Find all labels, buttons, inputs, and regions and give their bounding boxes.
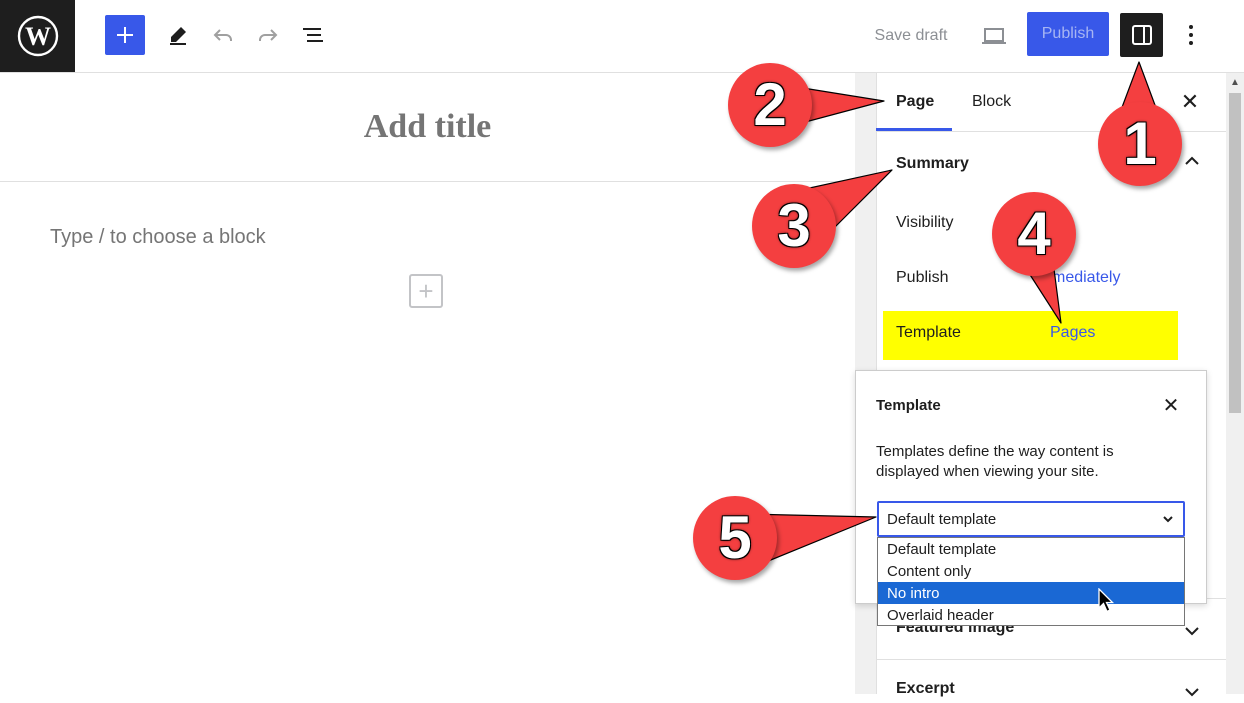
annotation-marker-2: 2	[728, 63, 812, 147]
mouse-pointer-icon	[1098, 588, 1115, 613]
publish-label: Publish	[896, 269, 949, 286]
chevron-up-icon[interactable]	[1181, 150, 1203, 172]
annotation-marker-5: 5	[693, 496, 777, 580]
popover-title: Template	[876, 397, 941, 414]
plus-icon	[117, 27, 133, 43]
visibility-label: Visibility	[896, 214, 954, 231]
tools-button[interactable]	[160, 15, 196, 55]
settings-toggle-button[interactable]	[1120, 13, 1163, 57]
chevron-down-icon	[1163, 516, 1173, 523]
publish-button[interactable]: Publish	[1027, 12, 1109, 56]
annotation-marker-1: 1	[1098, 102, 1182, 186]
template-option[interactable]: Overlaid header	[878, 604, 1184, 626]
redo-icon	[259, 29, 278, 41]
close-icon[interactable]: ✕	[1176, 88, 1204, 116]
template-select[interactable]: Default template	[877, 501, 1185, 537]
publish-value-link[interactable]: mediately	[1052, 269, 1120, 287]
tab-page[interactable]: Page	[896, 73, 934, 131]
block-placeholder[interactable]: Type / to choose a block	[50, 226, 266, 249]
annotation-marker-3: 3	[752, 184, 836, 268]
excerpt-panel-title[interactable]: Excerpt	[896, 680, 955, 698]
list-view-button[interactable]	[295, 15, 331, 55]
annotation-marker-4: 4	[992, 192, 1076, 276]
sidebar-icon	[1131, 25, 1152, 45]
preview-button[interactable]	[978, 20, 1010, 52]
block-inserter-button[interactable]	[105, 15, 145, 55]
kebab-icon	[1189, 25, 1193, 45]
undo-button[interactable]	[205, 15, 241, 55]
popover-description: Templates define the way content is disp…	[876, 443, 1114, 480]
svg-text:W: W	[25, 22, 51, 51]
summary-panel-title[interactable]: Summary	[896, 155, 969, 173]
redo-button[interactable]	[250, 15, 286, 55]
save-draft-button[interactable]: Save draft	[866, 18, 956, 54]
scrollbar-thumb[interactable]	[1229, 93, 1241, 413]
scroll-up-arrow-icon[interactable]: ▲	[1226, 73, 1244, 91]
add-block-button[interactable]: +	[409, 274, 443, 308]
pen-icon	[170, 27, 186, 45]
template-option-highlighted[interactable]: No intro	[878, 582, 1184, 604]
post-title-input[interactable]: Add title	[0, 73, 855, 182]
template-option[interactable]: Default template	[878, 538, 1184, 560]
template-value-link[interactable]: Pages	[1050, 324, 1095, 342]
options-menu-button[interactable]	[1176, 15, 1206, 55]
template-label: Template	[896, 324, 961, 341]
undo-icon	[213, 29, 232, 41]
list-view-icon	[303, 28, 323, 42]
chevron-down-icon[interactable]	[1181, 681, 1203, 703]
close-icon[interactable]: ✕	[1158, 392, 1184, 418]
tab-block[interactable]: Block	[972, 73, 1011, 131]
wordpress-logo-icon[interactable]: W	[0, 0, 75, 72]
template-option[interactable]: Content only	[878, 560, 1184, 582]
laptop-icon	[982, 28, 1006, 44]
